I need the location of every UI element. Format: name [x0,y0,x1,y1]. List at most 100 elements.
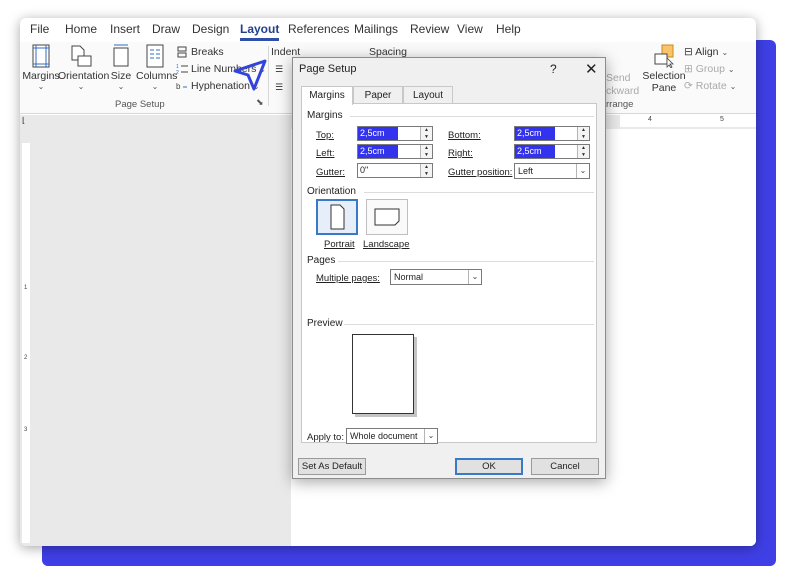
svg-text:b: b [176,82,181,91]
arrange-group-label: rrange [606,99,634,110]
tab-file[interactable]: File [30,22,49,36]
columns-button[interactable]: Columns ⌄ [136,44,177,92]
send-backward-label-2: ckward [606,85,640,97]
tab-selector-icon[interactable]: ⌊ [22,116,25,125]
tab-layout-dialog[interactable]: Layout [403,86,453,104]
top-margin-stepper[interactable]: 2,5cm ▲ ▼ [357,126,433,141]
ruler-mark: 2 [24,355,28,361]
tab-paper[interactable]: Paper [353,86,403,104]
multiple-pages-value: Normal [394,272,424,282]
breaks-icon [177,46,187,58]
arrow-down-icon[interactable]: ▼ [421,152,432,159]
tab-margins[interactable]: Margins [301,86,353,105]
pages-section-label: Pages [307,255,336,266]
align-button[interactable]: ⊟ Align ⌄ [684,46,728,58]
orientation-button[interactable]: Orientation ⌄ [58,44,109,92]
left-margin-stepper[interactable]: 2,5cm ▲ ▼ [357,144,433,159]
ruler-mark: 5 [720,116,724,123]
landscape-icon [374,208,400,226]
multiple-pages-select[interactable]: Normal ⌄ [390,269,482,285]
section-divider [338,261,594,262]
section-divider [364,192,594,193]
size-label: Size [110,70,132,82]
landscape-label: Landscape [363,239,410,250]
tab-references[interactable]: References [288,22,349,36]
close-icon[interactable]: ✕ [585,60,598,78]
ribbon-divider [268,46,269,106]
orientation-section-label: Orientation [307,186,356,197]
size-button[interactable]: Size ⌄ [108,44,134,92]
gutter-value: 0" [360,165,369,175]
margins-section-label: Margins [307,110,343,121]
ok-button[interactable]: OK [455,458,523,475]
breaks-label: Breaks [191,46,224,58]
tab-draw[interactable]: Draw [152,22,180,36]
tab-mailings[interactable]: Mailings [354,22,398,36]
chevron-down-icon: ⌄ [576,164,589,178]
breaks-button[interactable]: Breaks [176,46,224,58]
arrow-down-icon[interactable]: ▼ [421,134,432,141]
portrait-option[interactable] [316,199,358,235]
group-icon: ⊞ [684,63,693,75]
selection-pane-button[interactable]: Selection Pane [642,44,686,94]
indent-right-icon: ☰ [275,82,284,92]
stepper-buttons: ▲ ▼ [420,164,432,177]
group-label: Group [695,63,725,75]
tab-design[interactable]: Design [192,22,229,36]
stepper-buttons: ▲ ▼ [420,145,432,158]
top-margin-value: 2,5cm [358,127,398,140]
right-margin-stepper[interactable]: 2,5cm ▲ ▼ [514,144,590,159]
section-divider [344,324,594,325]
dialog-launcher-icon[interactable]: ⬊ [256,97,264,108]
tab-view[interactable]: View [457,22,483,36]
margins-button[interactable]: Margins ⌄ [22,44,60,92]
help-icon[interactable]: ? [550,62,557,76]
ruler-page-segment [22,143,30,543]
gutter-position-select[interactable]: Left ⌄ [514,163,590,179]
cancel-button[interactable]: Cancel [531,458,599,475]
chevron-down-icon: ⌄ [424,429,437,443]
gutter-position-label: Gutter position: [448,167,513,178]
gutter-stepper[interactable]: 0" ▲ ▼ [357,163,433,178]
rotate-button[interactable]: ⟳ Rotate ⌄ [684,80,736,92]
arrow-down-icon[interactable]: ▼ [578,152,589,159]
chevron-down-icon: ⌄ [151,82,159,91]
left-label: Left: [316,148,335,159]
portrait-icon [330,204,345,230]
group-button[interactable]: ⊞ Group ⌄ [684,63,735,75]
line-numbers-icon: 12 [176,64,188,76]
apply-to-label: Apply to: [307,432,344,443]
tab-home[interactable]: Home [65,22,97,36]
menu-bar: File Home Insert Draw Design Layout Refe… [20,18,756,42]
landscape-option[interactable] [366,199,408,235]
margins-icon [32,44,50,68]
apply-to-value: Whole document [350,431,418,441]
arrow-down-icon[interactable]: ▼ [421,171,432,178]
portrait-label: Portrait [324,239,355,250]
ruler-mark: 1 [24,285,28,291]
indent-left-icon: ☰ [275,64,284,74]
apply-to-select[interactable]: Whole document ⌄ [346,428,438,444]
tab-insert[interactable]: Insert [110,22,140,36]
align-label: Align [695,46,719,58]
tab-review[interactable]: Review [410,22,449,36]
rotate-icon: ⟳ [684,80,693,92]
chevron-down-icon: ⌄ [77,82,85,91]
rotate-label: Rotate [695,80,727,92]
pointer-cursor-icon [233,59,267,91]
arrow-down-icon[interactable]: ▼ [578,134,589,141]
dialog-title: Page Setup [299,63,357,75]
chevron-down-icon: ⌄ [37,82,45,91]
bottom-margin-stepper[interactable]: 2,5cm ▲ ▼ [514,126,590,141]
page-preview [352,334,414,414]
set-as-default-button[interactable]: Set As Default [298,458,366,475]
size-icon [113,44,129,67]
margins-panel: Margins Top: 2,5cm ▲ ▼ Bottom: 2,5cm ▲ ▼ L… [301,103,597,444]
tab-help[interactable]: Help [496,22,521,36]
chevron-down-icon: ⌄ [721,48,729,57]
tab-layout[interactable]: Layout [240,22,280,41]
hyphenation-icon: b [176,82,187,91]
chevron-down-icon: ⌄ [117,82,125,91]
send-backward-label[interactable]: Send [606,72,631,84]
chevron-down-icon: ⌄ [727,65,735,74]
